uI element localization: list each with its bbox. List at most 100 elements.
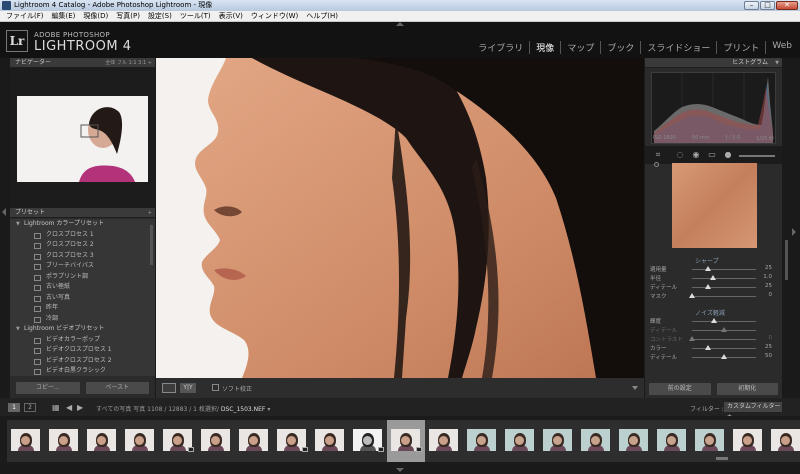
menu-item[interactable]: 表示(V) — [215, 11, 247, 21]
slider-handle[interactable] — [689, 293, 695, 298]
secondary-window-button[interactable]: 2 — [24, 403, 36, 412]
preset-item[interactable]: ビデオクロスプロセス 2 — [10, 356, 155, 367]
slider-track[interactable] — [692, 287, 756, 288]
menu-item[interactable]: ヘルプ(H) — [302, 11, 342, 21]
target-detail-icon[interactable] — [654, 162, 659, 167]
slider-value[interactable]: 50 — [765, 353, 772, 359]
before-after-button[interactable]: Y|Y — [180, 383, 196, 393]
filmstrip-thumbnail[interactable] — [729, 420, 767, 462]
menu-item[interactable]: 設定(S) — [144, 11, 176, 21]
preset-folder[interactable]: Lightroom ビデオプリセット — [10, 324, 155, 335]
main-photo-view[interactable] — [156, 58, 644, 378]
slider-track[interactable] — [692, 348, 756, 349]
menu-item[interactable]: 現像(D) — [79, 11, 112, 21]
menu-item[interactable]: ウィンドウ(W) — [247, 11, 302, 21]
slider-handle[interactable] — [721, 354, 727, 359]
preset-item[interactable]: ビデオカラーポップ — [10, 335, 155, 346]
reset-button[interactable]: 初期化 — [716, 383, 778, 395]
add-preset-icon[interactable]: + — [148, 208, 152, 218]
filmstrip-thumbnail[interactable] — [349, 420, 387, 462]
navigator-preview[interactable] — [17, 96, 148, 182]
filmstrip-thumbnail[interactable] — [463, 420, 501, 462]
preset-item[interactable]: ビデオクロスプロセス 1 — [10, 345, 155, 356]
slider-track[interactable] — [692, 296, 756, 297]
paste-button[interactable]: ペースト — [85, 382, 149, 394]
navigator-header[interactable]: ナビゲーター 全体 フル 1:1 3:1 ÷ — [10, 58, 155, 68]
minimize-icon[interactable]: – — [744, 1, 759, 10]
slider-value[interactable]: 1.0 — [763, 274, 772, 280]
module-tab[interactable]: マップ — [561, 41, 602, 54]
soft-proof-checkbox[interactable] — [212, 384, 219, 391]
module-tab[interactable]: ライブラリ — [472, 41, 531, 54]
slider-track[interactable] — [692, 278, 756, 279]
presets-header[interactable]: プリセット + — [10, 208, 155, 218]
back-arrow-icon[interactable]: ◀ — [66, 403, 72, 412]
filmstrip-thumbnail[interactable] — [273, 420, 311, 462]
preset-item[interactable]: ポラプリント調 — [10, 272, 155, 283]
toolbar-menu-icon[interactable] — [632, 386, 638, 390]
filmstrip-thumbnail[interactable] — [653, 420, 691, 462]
slider-handle[interactable] — [711, 318, 718, 323]
slider-handle[interactable] — [705, 266, 711, 271]
red-eye-icon[interactable]: ◉ — [691, 150, 701, 160]
filmstrip-thumbnail[interactable] — [577, 420, 615, 462]
source-path[interactable]: すべての写真 写真 1108 / 12883 / 1 枚選択/ DSC_1503… — [96, 404, 270, 413]
copy-button[interactable]: コピー... — [16, 382, 80, 394]
histogram-graph[interactable] — [651, 72, 776, 144]
filmstrip-thumbnail[interactable] — [7, 420, 45, 462]
maximize-icon[interactable]: □ — [760, 1, 775, 10]
right-panel-toggle-icon[interactable] — [792, 228, 796, 236]
menu-item[interactable]: ツール(T) — [176, 11, 215, 21]
close-icon[interactable]: ✕ — [776, 1, 798, 10]
loupe-view-icon[interactable] — [162, 383, 176, 393]
preset-folder[interactable]: Lightroom カラープリセット — [10, 219, 155, 230]
filmstrip-thumbnail[interactable] — [387, 420, 425, 462]
preset-item[interactable]: ビデオ白黒クラシック — [10, 366, 155, 376]
slider-value[interactable]: 0 — [769, 292, 773, 298]
filmstrip-thumbnail[interactable] — [83, 420, 121, 462]
filename-menu-icon[interactable]: ▾ — [267, 406, 270, 413]
preset-item[interactable]: クロスプロセス 2 — [10, 240, 155, 251]
preset-item[interactable]: クロスプロセス 1 — [10, 230, 155, 241]
slider-handle[interactable] — [705, 345, 711, 350]
preset-item[interactable]: ブリーチバイパス — [10, 261, 155, 272]
slider-track[interactable] — [692, 269, 756, 270]
filmstrip-thumbnail[interactable] — [615, 420, 653, 462]
slider-handle[interactable] — [689, 336, 695, 341]
menu-item[interactable]: 写真(P) — [112, 11, 144, 21]
module-tab[interactable]: スライドショー — [641, 41, 718, 54]
brush-slider[interactable] — [739, 155, 775, 157]
forward-arrow-icon[interactable]: ▶ — [77, 403, 83, 412]
previous-settings-button[interactable]: 前の設定 — [649, 383, 711, 395]
left-panel-toggle-icon[interactable] — [2, 208, 6, 216]
bottom-panel-toggle-icon[interactable] — [396, 468, 404, 472]
right-panel-scrollbar[interactable] — [785, 240, 788, 280]
module-tab[interactable]: ブック — [601, 41, 642, 54]
slider-value[interactable]: 0 — [769, 335, 773, 341]
slider-handle[interactable] — [705, 284, 711, 289]
top-panel-toggle-icon[interactable] — [396, 22, 404, 26]
filmstrip-thumbnail[interactable] — [235, 420, 273, 462]
filmstrip-thumbnail[interactable] — [159, 420, 197, 462]
filter-select[interactable]: カスタムフィルター ÷ — [724, 402, 782, 420]
preset-item[interactable]: クロスプロセス 3 — [10, 251, 155, 262]
filmstrip-thumbnail[interactable] — [121, 420, 159, 462]
slider-track[interactable] — [692, 321, 756, 322]
menu-item[interactable]: ファイル(F) — [2, 11, 48, 21]
slider-track[interactable] — [692, 339, 756, 340]
filmstrip-thumbnail[interactable] — [501, 420, 539, 462]
histogram-collapse-icon[interactable]: ▼ — [775, 58, 779, 68]
slider-value[interactable]: 25 — [765, 344, 772, 350]
filmstrip-thumbnail[interactable] — [311, 420, 349, 462]
preset-item[interactable]: 冷調 — [10, 314, 155, 325]
adjustment-brush-icon[interactable]: ● — [723, 150, 733, 160]
grid-view-icon[interactable]: ▦ — [52, 403, 61, 412]
spot-removal-icon[interactable]: ◌ — [675, 150, 685, 160]
primary-window-button[interactable]: 1 — [8, 403, 20, 412]
filmstrip-thumbnail[interactable] — [767, 420, 800, 462]
module-tab[interactable]: Web — [766, 41, 792, 54]
crop-icon[interactable]: ⌗ — [653, 150, 663, 160]
filmstrip-thumbnail[interactable] — [45, 420, 83, 462]
module-tab[interactable]: 現像 — [530, 41, 562, 54]
slider-handle[interactable] — [721, 327, 727, 332]
